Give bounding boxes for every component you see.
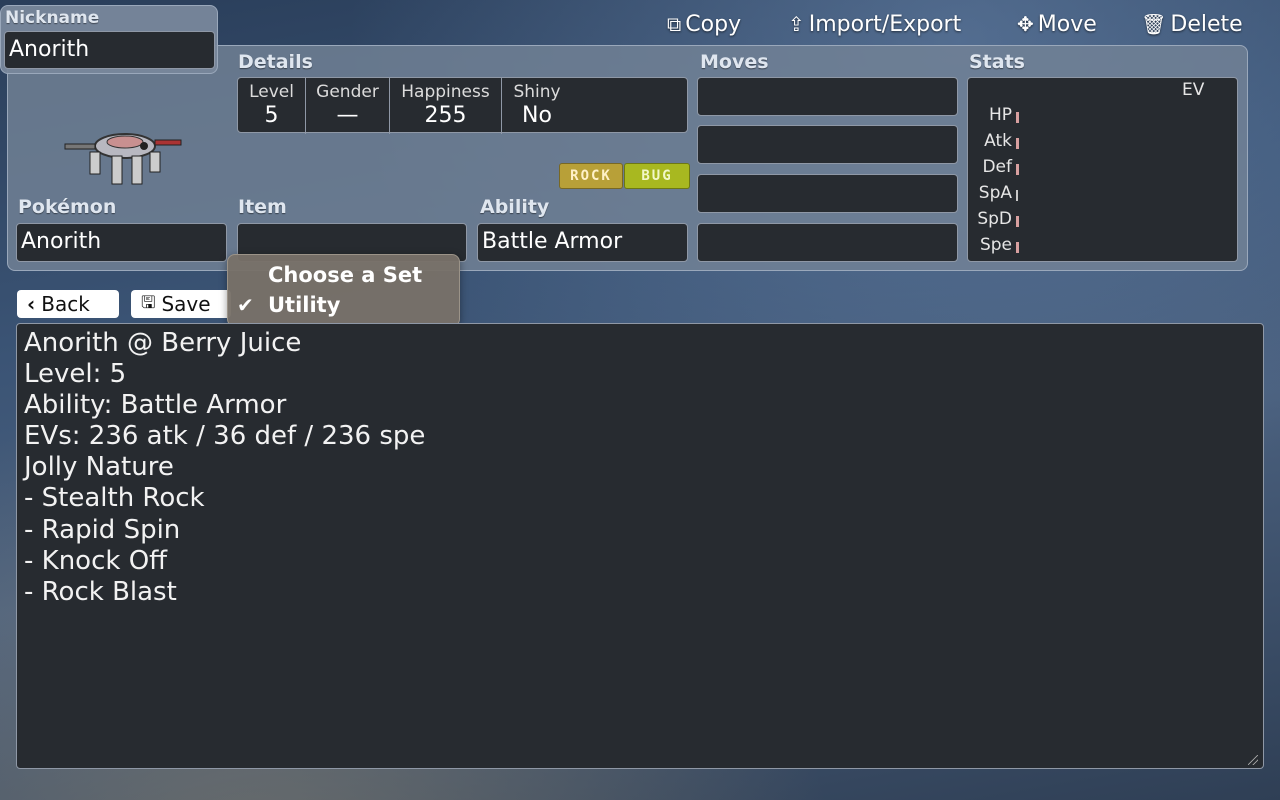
set-export-textarea[interactable]: Anorith @ Berry Juice Level: 5 Ability: … xyxy=(16,323,1264,769)
delete-label: Delete xyxy=(1170,11,1243,37)
resize-handle-icon[interactable] xyxy=(1248,755,1258,765)
nickname-input[interactable]: Anorith xyxy=(4,31,215,69)
move-slot-4[interactable] xyxy=(697,223,958,262)
happiness-value: 255 xyxy=(424,103,467,128)
move-arrows-icon: ✥ xyxy=(1017,12,1034,36)
gender-label: Gender xyxy=(316,82,379,102)
checkmark-icon: ✔ xyxy=(237,293,254,317)
back-button[interactable]: ‹ Back xyxy=(17,290,119,318)
pokemon-label: Pokémon xyxy=(18,196,117,218)
shiny-cell: Shiny No xyxy=(502,78,572,134)
type-badge-rock: ROCK xyxy=(559,163,623,189)
ev-header: EV xyxy=(1182,80,1205,100)
stat-row-atk: Atk xyxy=(968,131,1028,155)
import-export-label: Import/Export xyxy=(808,11,962,37)
stat-name: SpA xyxy=(978,183,1012,203)
chevron-left-icon: ‹ xyxy=(27,292,36,316)
menu-item-selected-set[interactable]: Utility xyxy=(268,293,340,317)
move-slot-3[interactable] xyxy=(697,174,958,213)
save-label: Save xyxy=(161,292,211,316)
happiness-label: Happiness xyxy=(401,82,490,102)
stat-name: Spe xyxy=(979,235,1012,255)
stats-label: Stats xyxy=(969,51,1025,73)
save-button[interactable]: 🖫 Save xyxy=(131,290,231,318)
stat-bar xyxy=(1016,138,1019,149)
pokemon-input[interactable]: Anorith xyxy=(16,223,227,262)
stat-name: Atk xyxy=(984,131,1012,151)
stat-row-spa: SpA xyxy=(968,183,1028,207)
import-export-button[interactable]: ⇪ Import/Export xyxy=(788,8,961,40)
stats-box[interactable]: EV HP Atk Def SpA SpD Spe xyxy=(967,77,1238,262)
back-label: Back xyxy=(41,292,90,316)
details-label: Details xyxy=(238,51,313,73)
copy-icon: ⧉ xyxy=(667,12,682,36)
moves-label: Moves xyxy=(700,51,769,73)
ability-label: Ability xyxy=(480,196,550,218)
ability-input[interactable]: Battle Armor xyxy=(477,223,688,262)
level-cell: Level 5 xyxy=(238,78,305,134)
move-slot-2[interactable] xyxy=(697,125,958,164)
stat-row-def: Def xyxy=(968,157,1028,181)
shiny-value: No xyxy=(522,103,552,128)
stat-name: Def xyxy=(982,157,1012,177)
move-slot-1[interactable] xyxy=(697,77,958,116)
nickname-label: Nickname xyxy=(5,8,100,28)
details-box[interactable]: Level 5 Gender — Happiness 255 Shiny No xyxy=(237,77,688,134)
stat-row-hp: HP xyxy=(968,105,1028,129)
trash-icon: 🗑 xyxy=(1141,12,1167,36)
move-button[interactable]: ✥ Move xyxy=(1017,8,1097,40)
stat-bar xyxy=(1016,216,1019,227)
pokemon-sprite xyxy=(64,133,182,185)
stat-bar xyxy=(1016,164,1019,175)
gender-value: — xyxy=(336,103,359,128)
upload-icon: ⇪ xyxy=(788,12,805,36)
set-dropdown-menu[interactable]: Choose a Set ✔ Utility xyxy=(227,254,460,327)
nickname-panel: Nickname Anorith xyxy=(0,5,218,74)
item-label: Item xyxy=(238,196,287,218)
copy-label: Copy xyxy=(685,11,742,37)
stat-bar xyxy=(1016,112,1019,123)
type-badge-bug: BUG xyxy=(624,163,690,189)
move-label: Move xyxy=(1037,11,1097,37)
happiness-cell: Happiness 255 xyxy=(390,78,501,134)
stat-row-spd: SpD xyxy=(968,209,1028,233)
menu-item-choose-set[interactable]: Choose a Set xyxy=(268,263,422,287)
level-value: 5 xyxy=(264,103,279,128)
floppy-disk-icon: 🖫 xyxy=(141,292,156,313)
stat-bar xyxy=(1016,190,1018,201)
delete-button[interactable]: 🗑 Delete xyxy=(1141,8,1243,40)
level-label: Level xyxy=(249,82,294,102)
stat-name: SpD xyxy=(977,209,1012,229)
gender-cell: Gender — xyxy=(306,78,389,134)
stat-name: HP xyxy=(988,105,1012,125)
stat-row-spe: Spe xyxy=(968,235,1028,259)
shiny-label: Shiny xyxy=(513,82,561,102)
stat-bar xyxy=(1016,242,1019,253)
copy-button[interactable]: ⧉ Copy xyxy=(667,8,741,40)
